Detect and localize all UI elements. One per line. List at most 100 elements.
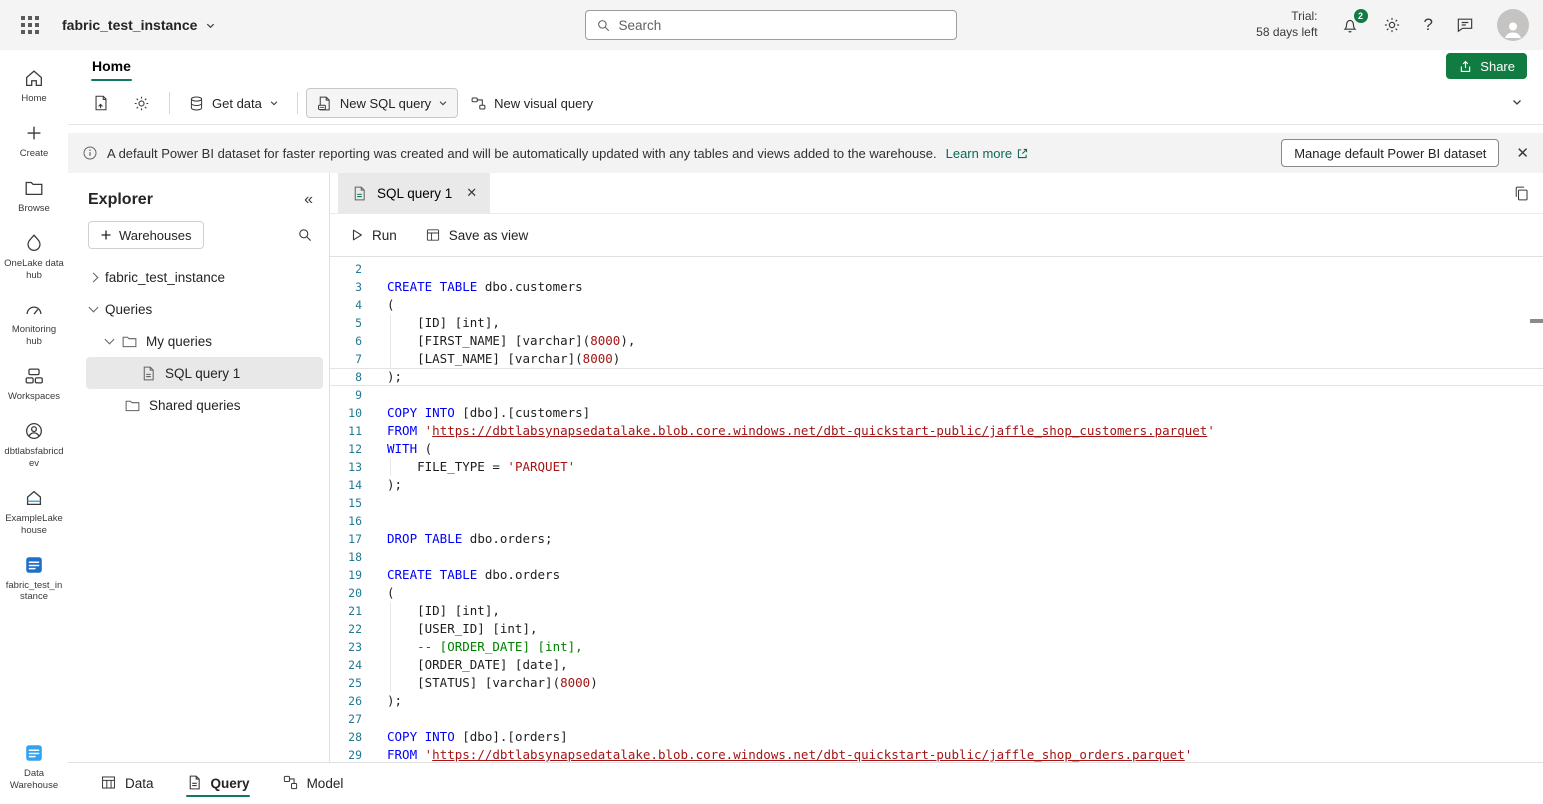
save-as-view-label: Save as view — [449, 228, 529, 243]
search-icon — [596, 18, 611, 33]
nav-rail-items: Home CreateBrowseOneLake data hubMonitori… — [1, 58, 67, 611]
app-launcher-button[interactable] — [12, 7, 48, 43]
search-input[interactable] — [619, 18, 946, 33]
top-bar-left: fabric_test_instance — [0, 7, 585, 43]
code-line-14[interactable]: 14); — [330, 476, 1543, 494]
nav-rail-item-home[interactable]: Home — [1, 58, 67, 113]
code-line-10[interactable]: 10COPY INTO [dbo].[customers] — [330, 404, 1543, 422]
nav-rail-item-onelake-data-hub[interactable]: OneLake data hub — [1, 223, 67, 290]
code-line-2[interactable]: 2 — [330, 260, 1543, 278]
code-line-6[interactable]: 6 [FIRST_NAME] [varchar](8000), — [330, 332, 1543, 350]
indent-guide — [390, 674, 391, 692]
code-line-19[interactable]: 19CREATE TABLE dbo.orders — [330, 566, 1543, 584]
manage-default-dataset-button[interactable]: Manage default Power BI dataset — [1281, 139, 1499, 167]
code-line-20[interactable]: 20( — [330, 584, 1543, 602]
explorer-search-button[interactable] — [297, 227, 313, 243]
code-line-25[interactable]: 25 [STATUS] [varchar](8000) — [330, 674, 1543, 692]
nav-rail-label: Home — [21, 93, 46, 105]
code-line-5[interactable]: 5 [ID] [int], — [330, 314, 1543, 332]
code-line-26[interactable]: 26); — [330, 692, 1543, 710]
nav-rail-label: ExampleLakehouse — [4, 513, 64, 537]
code-line-13[interactable]: 13 FILE_TYPE = 'PARQUET' — [330, 458, 1543, 476]
line-number: 28 — [330, 728, 362, 746]
code-line-29[interactable]: 29FROM 'https://dbtlabsynapsedatalake.bl… — [330, 746, 1543, 762]
tab-home[interactable]: Home — [84, 53, 139, 79]
code-line-28[interactable]: 28COPY INTO [dbo].[orders] — [330, 728, 1543, 746]
sql-editor[interactable]: 23CREATE TABLE dbo.customers4(5 [ID] [in… — [330, 257, 1543, 762]
code-line-22[interactable]: 22 [USER_ID] [int], — [330, 620, 1543, 638]
banner-close-button[interactable]: ✕ — [1516, 144, 1529, 162]
code-line-8[interactable]: 8); — [330, 368, 1543, 386]
line-number: 26 — [330, 692, 362, 710]
new-sql-query-button[interactable]: New SQL query — [306, 88, 458, 118]
code-line-18[interactable]: 18 — [330, 548, 1543, 566]
save-as-view-button[interactable]: Save as view — [425, 227, 529, 243]
warehouse-settings-button[interactable] — [122, 88, 161, 118]
code-line-7[interactable]: 7 [LAST_NAME] [varchar](8000) — [330, 350, 1543, 368]
code-text: ); — [387, 368, 402, 386]
code-text: ( — [387, 584, 395, 602]
share-button[interactable]: Share — [1446, 53, 1527, 79]
bottom-tab-model[interactable]: Model — [282, 763, 344, 804]
close-tab-button[interactable]: ✕ — [461, 183, 482, 203]
settings-button[interactable] — [1382, 15, 1402, 35]
bottom-tab-query[interactable]: Query — [186, 763, 250, 804]
chevron-down-icon[interactable] — [89, 303, 99, 313]
external-link-icon — [1016, 147, 1029, 160]
tree-item-fabric-test-instance[interactable]: fabric_test_instance — [86, 261, 323, 293]
code-line-24[interactable]: 24 [ORDER_DATE] [date], — [330, 656, 1543, 674]
tree-item-my-queries[interactable]: My queries — [86, 325, 323, 357]
bottom-tab-data[interactable]: Data — [100, 763, 154, 804]
info-icon — [82, 145, 98, 161]
new-sql-query-label: New SQL query — [340, 96, 431, 111]
nav-rail-item-data-warehouse[interactable]: Data Warehouse — [1, 733, 67, 800]
folder-icon — [124, 397, 141, 414]
chevron-down-icon[interactable] — [105, 335, 115, 345]
add-warehouses-button[interactable]: Warehouses — [88, 221, 204, 249]
chevron-right-icon[interactable] — [89, 272, 99, 282]
nav-rail-item-workspaces[interactable]: Workspaces — [1, 356, 67, 411]
code-text: -- [ORDER_DATE] [int], — [387, 638, 583, 656]
ribbon-collapse-button[interactable] — [1505, 90, 1529, 117]
nav-rail-item-examplelakehouse[interactable]: ExampleLakehouse — [1, 478, 67, 545]
help-button[interactable]: ? — [1424, 15, 1433, 35]
nav-rail-item-create[interactable]: Create — [1, 113, 67, 168]
code-line-3[interactable]: 3CREATE TABLE dbo.customers — [330, 278, 1543, 296]
nav-rail-item-monitoring-hub[interactable]: Monitoring hub — [1, 289, 67, 356]
code-line-21[interactable]: 21 [ID] [int], — [330, 602, 1543, 620]
gear-icon — [132, 94, 151, 113]
code-line-12[interactable]: 12WITH ( — [330, 440, 1543, 458]
nav-rail-item-dbtlabsfabricdev[interactable]: dbtlabsfabricdev — [1, 411, 67, 478]
tree-item-queries[interactable]: Queries — [86, 293, 323, 325]
code-line-16[interactable]: 16 — [330, 512, 1543, 530]
query-area: SQL query 1 ✕ Run — [330, 173, 1543, 762]
workspace-switcher[interactable]: fabric_test_instance — [62, 17, 216, 33]
nav-rail-item-fabric-test-instance[interactable]: fabric_test_instance — [1, 545, 67, 612]
new-report-button[interactable] — [82, 88, 120, 118]
code-line-9[interactable]: 9 — [330, 386, 1543, 404]
query-tab-label: SQL query 1 — [377, 186, 452, 201]
tree-item-shared-queries[interactable]: Shared queries — [86, 389, 323, 421]
notifications-button[interactable]: 2 — [1340, 15, 1360, 35]
run-button[interactable]: Run — [350, 228, 397, 243]
get-data-button[interactable]: Get data — [178, 88, 289, 118]
new-visual-query-button[interactable]: New visual query — [460, 88, 603, 118]
code-line-4[interactable]: 4( — [330, 296, 1543, 314]
collapse-icon: « — [304, 191, 313, 208]
code-line-17[interactable]: 17DROP TABLE dbo.orders; — [330, 530, 1543, 548]
code-line-23[interactable]: 23 -- [ORDER_DATE] [int], — [330, 638, 1543, 656]
code-line-27[interactable]: 27 — [330, 710, 1543, 728]
explorer-collapse-button[interactable]: « — [304, 191, 313, 209]
query-tab-sql-query-1[interactable]: SQL query 1 ✕ — [338, 173, 490, 213]
nav-rail-item-browse[interactable]: Browse — [1, 168, 67, 223]
account-avatar[interactable] — [1497, 9, 1529, 41]
scrollbar-cursor-mark — [1530, 319, 1543, 323]
learn-more-link[interactable]: Learn more — [946, 146, 1029, 161]
bottom-tab-label: Query — [211, 776, 250, 791]
tree-item-sql-query-1[interactable]: SQL query 1 — [86, 357, 323, 389]
code-line-15[interactable]: 15 — [330, 494, 1543, 512]
code-line-11[interactable]: 11FROM 'https://dbtlabsynapsedatalake.bl… — [330, 422, 1543, 440]
copy-button[interactable] — [1513, 185, 1530, 202]
indent-guide — [390, 332, 391, 350]
feedback-button[interactable] — [1455, 15, 1475, 35]
